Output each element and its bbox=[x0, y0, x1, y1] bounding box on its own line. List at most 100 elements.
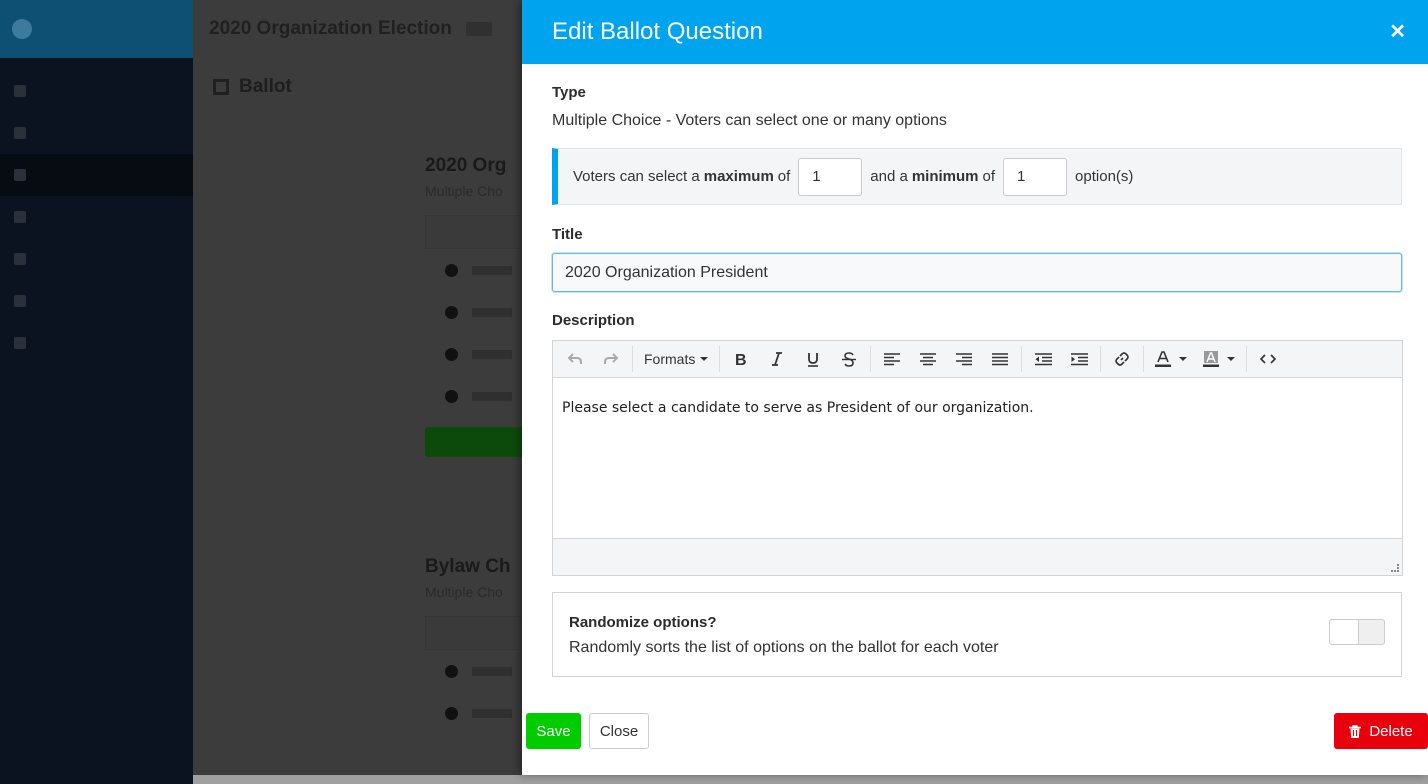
text-color-icon bbox=[1155, 351, 1172, 367]
sidebar-nav bbox=[0, 70, 193, 364]
sidebar-item-settings[interactable] bbox=[0, 112, 193, 154]
toolbar-divider bbox=[1246, 346, 1248, 372]
delete-label: Delete bbox=[1369, 722, 1413, 740]
brand-logo bbox=[12, 19, 32, 39]
background-color-button[interactable] bbox=[1195, 351, 1243, 367]
editor-toolbar: Formats B bbox=[553, 341, 1402, 378]
randomize-description: Randomly sorts the list of options on th… bbox=[569, 639, 999, 656]
option-placeholder bbox=[472, 666, 512, 676]
toolbar-divider bbox=[632, 346, 633, 372]
limit-suffix: option(s) bbox=[1075, 168, 1134, 185]
redo-icon[interactable] bbox=[593, 344, 629, 374]
modal-header: Edit Ballot Question ✕ bbox=[522, 0, 1428, 64]
limit-of: of bbox=[982, 168, 996, 185]
users-icon bbox=[14, 211, 26, 223]
add-option-button[interactable] bbox=[425, 427, 525, 457]
align-right-icon[interactable] bbox=[946, 344, 982, 374]
undo-icon[interactable] bbox=[557, 344, 593, 374]
caret-down-icon bbox=[1179, 357, 1188, 361]
toolbar-divider bbox=[1021, 346, 1023, 372]
svg-text:B: B bbox=[735, 352, 747, 366]
drag-handle-icon bbox=[445, 389, 458, 403]
title-label: Title bbox=[552, 226, 583, 243]
home-icon bbox=[14, 85, 26, 97]
limit-of: of bbox=[777, 168, 791, 185]
maximum-word: maximum bbox=[703, 168, 774, 185]
description-content[interactable]: Please select a candidate to serve as Pr… bbox=[553, 378, 1402, 538]
type-value: Multiple Choice - Voters can select one … bbox=[552, 112, 947, 129]
bottom-strip bbox=[193, 775, 1428, 784]
align-justify-icon[interactable] bbox=[982, 344, 1018, 374]
drag-handle-icon bbox=[445, 347, 458, 361]
type-label: Type bbox=[552, 84, 586, 101]
drag-handle-icon bbox=[445, 263, 458, 277]
align-left-icon[interactable] bbox=[874, 344, 910, 374]
source-code-icon[interactable] bbox=[1250, 344, 1286, 374]
caret-down-icon bbox=[700, 357, 709, 361]
underline-icon[interactable] bbox=[795, 344, 831, 374]
toolbar-divider bbox=[1100, 346, 1102, 372]
toolbar-divider bbox=[719, 346, 721, 372]
edit-question-modal: Edit Ballot Question ✕ Type Multiple Cho… bbox=[522, 0, 1428, 775]
close-button[interactable]: Close bbox=[589, 713, 649, 749]
save-button[interactable]: Save bbox=[526, 713, 581, 749]
ballot-icon bbox=[213, 79, 229, 95]
brand-bar bbox=[0, 0, 193, 58]
toolbar-divider bbox=[1143, 346, 1145, 372]
delete-button[interactable]: Delete bbox=[1334, 713, 1428, 749]
sidebar-item-voters[interactable] bbox=[0, 196, 193, 238]
limit-prefix: Voters can select a bbox=[573, 168, 700, 185]
bold-icon[interactable]: B bbox=[723, 344, 759, 374]
description-label: Description bbox=[552, 312, 635, 329]
gear-icon bbox=[14, 127, 26, 139]
sidebar-footer bbox=[0, 748, 193, 784]
strikethrough-icon[interactable] bbox=[831, 344, 867, 374]
option-placeholder bbox=[472, 307, 512, 317]
modal-footer: Save Close Delete bbox=[526, 713, 1428, 749]
sidebar-item-launch[interactable] bbox=[0, 322, 193, 364]
maximum-input[interactable] bbox=[798, 157, 863, 196]
ballot-icon bbox=[14, 169, 26, 181]
text-color-button[interactable] bbox=[1147, 351, 1195, 367]
align-center-icon[interactable] bbox=[910, 344, 946, 374]
election-title: 2020 Organization Election bbox=[209, 18, 452, 39]
formats-label: Formats bbox=[644, 351, 696, 367]
option-placeholder bbox=[472, 265, 512, 275]
modal-title: Edit Ballot Question bbox=[552, 18, 763, 45]
randomize-panel: Randomize options? Randomly sorts the li… bbox=[552, 592, 1402, 677]
trash-icon bbox=[1349, 724, 1362, 738]
option-placeholder bbox=[472, 391, 512, 401]
sidebar-item-preview[interactable] bbox=[0, 238, 193, 280]
section-title: Ballot bbox=[239, 76, 292, 97]
close-icon[interactable]: ✕ bbox=[1389, 22, 1406, 42]
title-input[interactable] bbox=[552, 253, 1402, 292]
modal-body: Type Multiple Choice - Voters can select… bbox=[522, 64, 1428, 677]
option-placeholder bbox=[472, 708, 512, 718]
randomize-toggle[interactable] bbox=[1329, 619, 1385, 645]
indent-icon[interactable] bbox=[1061, 344, 1097, 374]
drag-handle-icon bbox=[445, 706, 458, 720]
minimum-word: minimum bbox=[911, 168, 979, 185]
puzzle-icon bbox=[14, 295, 26, 307]
caret-down-icon bbox=[1227, 357, 1236, 361]
sidebar-item-overview[interactable] bbox=[0, 70, 193, 112]
sidebar-item-ballot[interactable] bbox=[0, 154, 193, 196]
drag-handle-icon bbox=[445, 664, 458, 678]
rocket-icon bbox=[14, 337, 26, 349]
toggle-knob bbox=[1329, 619, 1359, 645]
randomize-title: Randomize options? bbox=[569, 614, 717, 631]
status-badge bbox=[465, 22, 492, 36]
outdent-icon[interactable] bbox=[1025, 344, 1061, 374]
selection-limits: Voters can select a maximum of and a min… bbox=[552, 148, 1402, 205]
formats-dropdown[interactable]: Formats bbox=[636, 351, 716, 367]
link-icon[interactable] bbox=[1104, 344, 1140, 374]
resize-handle-icon[interactable] bbox=[1391, 564, 1399, 572]
eye-icon bbox=[14, 253, 26, 265]
background-color-icon bbox=[1203, 351, 1220, 367]
rich-text-editor: Formats B Please select a candidate to s… bbox=[552, 340, 1403, 576]
italic-icon[interactable] bbox=[759, 344, 795, 374]
app-sidebar bbox=[0, 0, 193, 784]
sidebar-item-addons[interactable] bbox=[0, 280, 193, 322]
drag-handle-icon bbox=[445, 305, 458, 319]
minimum-input[interactable] bbox=[1003, 157, 1068, 196]
